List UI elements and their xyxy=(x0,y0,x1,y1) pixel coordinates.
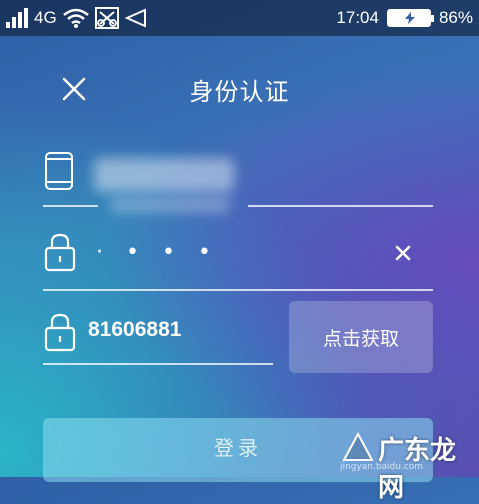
battery-icon xyxy=(386,9,434,27)
battery-percent: 86% xyxy=(438,8,473,27)
lock-icon xyxy=(44,233,76,272)
password-underline xyxy=(43,289,433,291)
page-title: 身份认证 xyxy=(189,78,290,106)
phone-underline xyxy=(43,205,98,207)
network-type: 4G xyxy=(34,8,57,27)
verification-code-input[interactable] xyxy=(88,318,268,342)
charging-bolt-icon xyxy=(404,12,415,24)
watermark-subtext: jingyan.baidu.com xyxy=(340,462,424,472)
status-right: 17:04 86% xyxy=(336,6,473,30)
wifi-icon xyxy=(62,8,89,28)
send-icon xyxy=(124,8,146,28)
watermark: 广东龙网 jingyan.baidu.com xyxy=(340,428,479,503)
phone-number-redacted-2 xyxy=(110,198,230,212)
phone-underline-right xyxy=(248,205,433,207)
phone-icon xyxy=(45,152,73,190)
clear-icon[interactable] xyxy=(393,243,413,263)
status-left: 4G xyxy=(6,6,147,30)
code-underline xyxy=(43,363,273,365)
watermark-logo-icon xyxy=(342,431,374,461)
phone-number-redacted[interactable] xyxy=(94,158,234,192)
status-bar: 4G 17:04 86% xyxy=(0,0,479,36)
get-code-button[interactable]: 点击获取 xyxy=(289,301,433,373)
password-field[interactable]: · • • • xyxy=(96,240,219,265)
lock-icon xyxy=(44,313,76,352)
signal-icon xyxy=(6,8,28,28)
scissors-icon xyxy=(94,7,119,29)
clock: 17:04 xyxy=(336,8,379,27)
